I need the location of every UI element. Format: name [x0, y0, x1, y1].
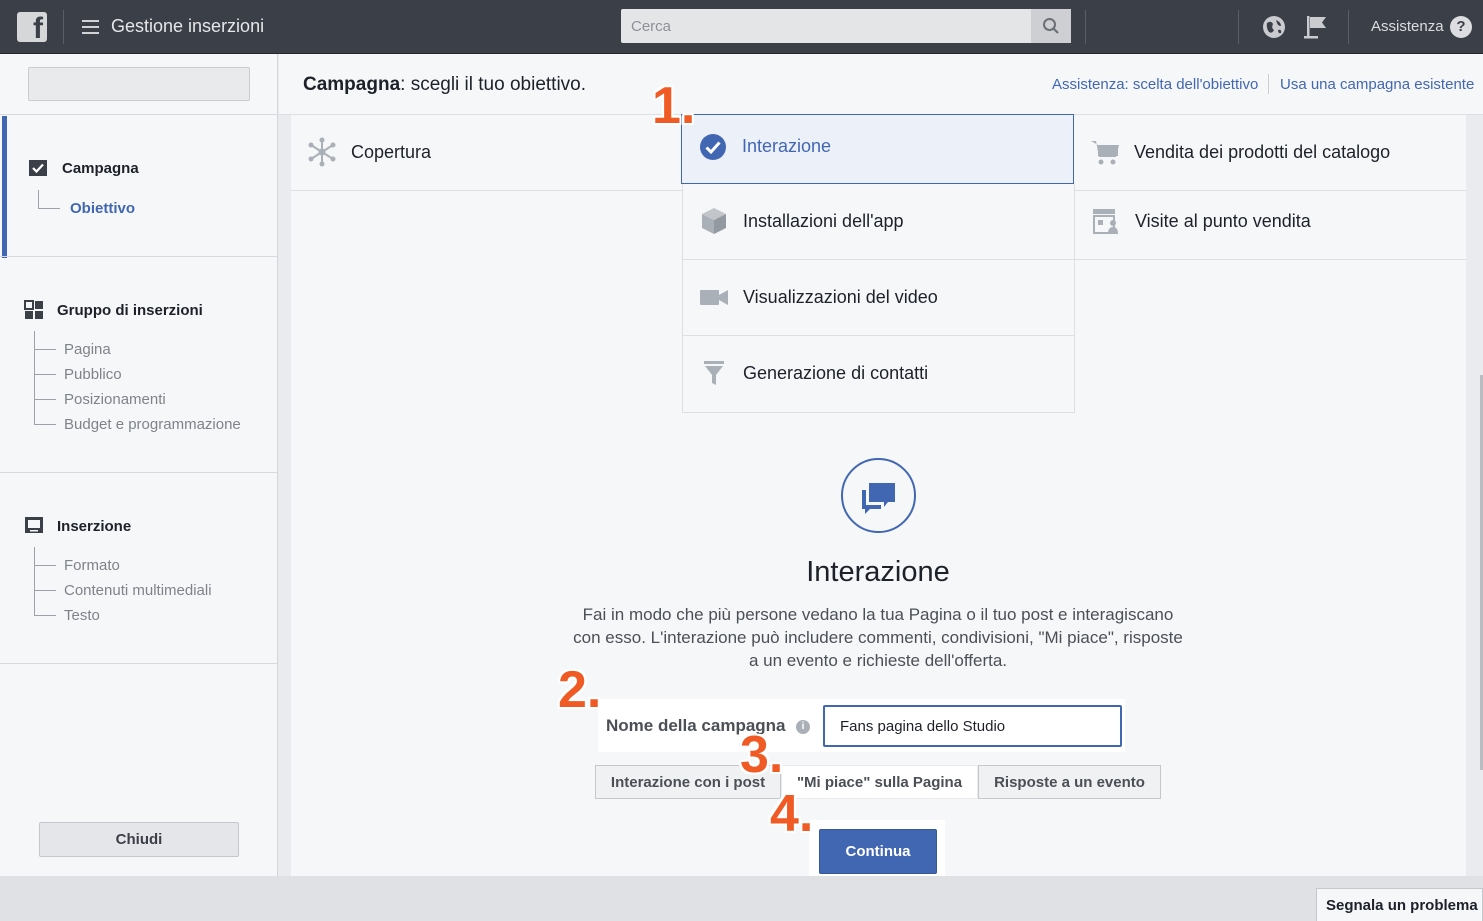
- page-title: Campagna: scegli il tuo obiettivo.: [303, 74, 587, 95]
- option-risposte-evento[interactable]: Risposte a un evento: [978, 765, 1161, 799]
- cart-icon: [1091, 141, 1119, 165]
- search-input[interactable]: [621, 9, 1031, 43]
- video-camera-icon: [700, 290, 728, 305]
- sidebar-divider: [0, 663, 277, 664]
- search-icon: [1043, 18, 1059, 34]
- chat-bubbles-icon: [862, 483, 895, 514]
- search-button[interactable]: [1031, 9, 1071, 43]
- objective-label: Installazioni dell'app: [743, 211, 904, 231]
- search-box: [621, 9, 1071, 43]
- top-navigation-bar: f Gestione inserzioni Assistenza ?: [0, 0, 1483, 54]
- close-button[interactable]: Chiudi: [39, 822, 239, 857]
- sidebar-item-contenuti[interactable]: Contenuti multimediali: [64, 582, 212, 599]
- tree-line: [38, 208, 60, 209]
- flag-icon[interactable]: [1304, 14, 1330, 40]
- campaign-name-input[interactable]: [823, 705, 1122, 747]
- objective-label: Visite al punto vendita: [1135, 211, 1311, 231]
- header-divider: [1268, 74, 1269, 94]
- active-section-indicator: [2, 116, 7, 258]
- step-annotation-2: 2.: [558, 661, 602, 719]
- use-existing-campaign-link[interactable]: Usa una campagna esistente: [1280, 76, 1474, 93]
- sidebar-item-pagina[interactable]: Pagina: [64, 341, 111, 358]
- help-icon[interactable]: ?: [1450, 16, 1472, 38]
- tree-line: [34, 374, 56, 375]
- objective-vendita-catalogo[interactable]: Vendita dei prodotti del catalogo: [1074, 115, 1466, 191]
- topbar-divider: [1238, 10, 1239, 44]
- checkbox-icon: [29, 160, 47, 176]
- sidebar-divider: [0, 114, 277, 115]
- report-problem-button[interactable]: Segnala un problema: [1316, 888, 1483, 921]
- monitor-icon: [25, 517, 43, 533]
- tree-line: [34, 615, 56, 616]
- objective-label: Vendita dei prodotti del catalogo: [1134, 142, 1391, 162]
- objective-visualizzazioni-video[interactable]: Visualizzazioni del video: [682, 260, 1075, 336]
- sidebar-item-posizionamenti[interactable]: Posizionamenti: [64, 391, 166, 408]
- tree-line: [34, 349, 56, 350]
- interazione-illustration: [841, 458, 916, 533]
- tree-line: [34, 424, 56, 425]
- sidebar-item-budget[interactable]: Budget e programmazione: [64, 416, 241, 433]
- sidebar-item-obiettivo[interactable]: Obiettivo: [70, 200, 135, 217]
- menu-icon[interactable]: [82, 20, 99, 34]
- objective-label: Generazione di contatti: [743, 363, 929, 383]
- sidebar-search-field[interactable]: [28, 67, 250, 101]
- check-circle-icon: [700, 134, 726, 160]
- step-annotation-3: 3.: [740, 726, 784, 784]
- sidebar-section-campagna[interactable]: Campagna: [62, 160, 139, 177]
- sidebar-item-pubblico[interactable]: Pubblico: [64, 366, 122, 383]
- app-title[interactable]: Gestione inserzioni: [111, 16, 264, 37]
- sidebar-divider: [0, 472, 277, 473]
- tree-line: [34, 547, 35, 615]
- help-link[interactable]: Assistenza: [1371, 18, 1444, 35]
- tree-line: [34, 399, 56, 400]
- globe-icon[interactable]: [1261, 14, 1287, 40]
- objective-copertura[interactable]: Copertura: [291, 115, 682, 191]
- funnel-icon: [704, 361, 724, 385]
- tree-line: [34, 331, 35, 424]
- sidebar-item-formato[interactable]: Formato: [64, 557, 120, 574]
- grid-icon: [24, 300, 43, 319]
- sidebar-section-inserzione[interactable]: Inserzione: [57, 518, 131, 535]
- cube-icon: [702, 208, 726, 234]
- sidebar: Campagna Obiettivo Gruppo di inserzioni …: [0, 54, 278, 876]
- tree-line: [38, 190, 39, 208]
- topbar-divider: [63, 10, 64, 44]
- objective-label: Visualizzazioni del video: [743, 287, 938, 307]
- info-icon[interactable]: i: [796, 720, 810, 734]
- tree-line: [34, 590, 56, 591]
- main-header: Campagna: scegli il tuo obiettivo. Assis…: [279, 54, 1483, 115]
- objective-interazione[interactable]: Interazione: [681, 114, 1074, 184]
- reach-icon: [308, 137, 336, 167]
- objective-visite-punto-vendita[interactable]: Visite al punto vendita: [1075, 184, 1466, 260]
- objective-title: Interazione: [806, 556, 950, 588]
- objective-label: Interazione: [742, 136, 832, 156]
- objective-generazione-contatti[interactable]: Generazione di contatti: [682, 336, 1075, 413]
- sidebar-section-gruppo-inserzioni[interactable]: Gruppo di inserzioni: [57, 302, 203, 319]
- facebook-logo-icon[interactable]: f: [17, 12, 47, 42]
- objective-help-link[interactable]: Assistenza: scelta dell'obiettivo: [1052, 76, 1258, 93]
- topbar-divider: [1348, 10, 1349, 44]
- topbar-divider: [1085, 10, 1086, 44]
- step-annotation-4: 4.: [770, 785, 814, 843]
- sidebar-divider: [0, 256, 277, 257]
- tree-line: [34, 565, 56, 566]
- store-icon: [1093, 209, 1118, 234]
- continue-button[interactable]: Continua: [819, 829, 937, 874]
- objective-description: Fai in modo che più persone vedano la tu…: [573, 605, 1183, 670]
- objective-label: Copertura: [351, 142, 432, 162]
- bottom-bar: [0, 876, 1483, 921]
- sidebar-item-testo[interactable]: Testo: [64, 607, 100, 624]
- objective-installazioni-app[interactable]: Installazioni dell'app: [682, 184, 1075, 260]
- step-annotation-1: 1.: [652, 77, 696, 135]
